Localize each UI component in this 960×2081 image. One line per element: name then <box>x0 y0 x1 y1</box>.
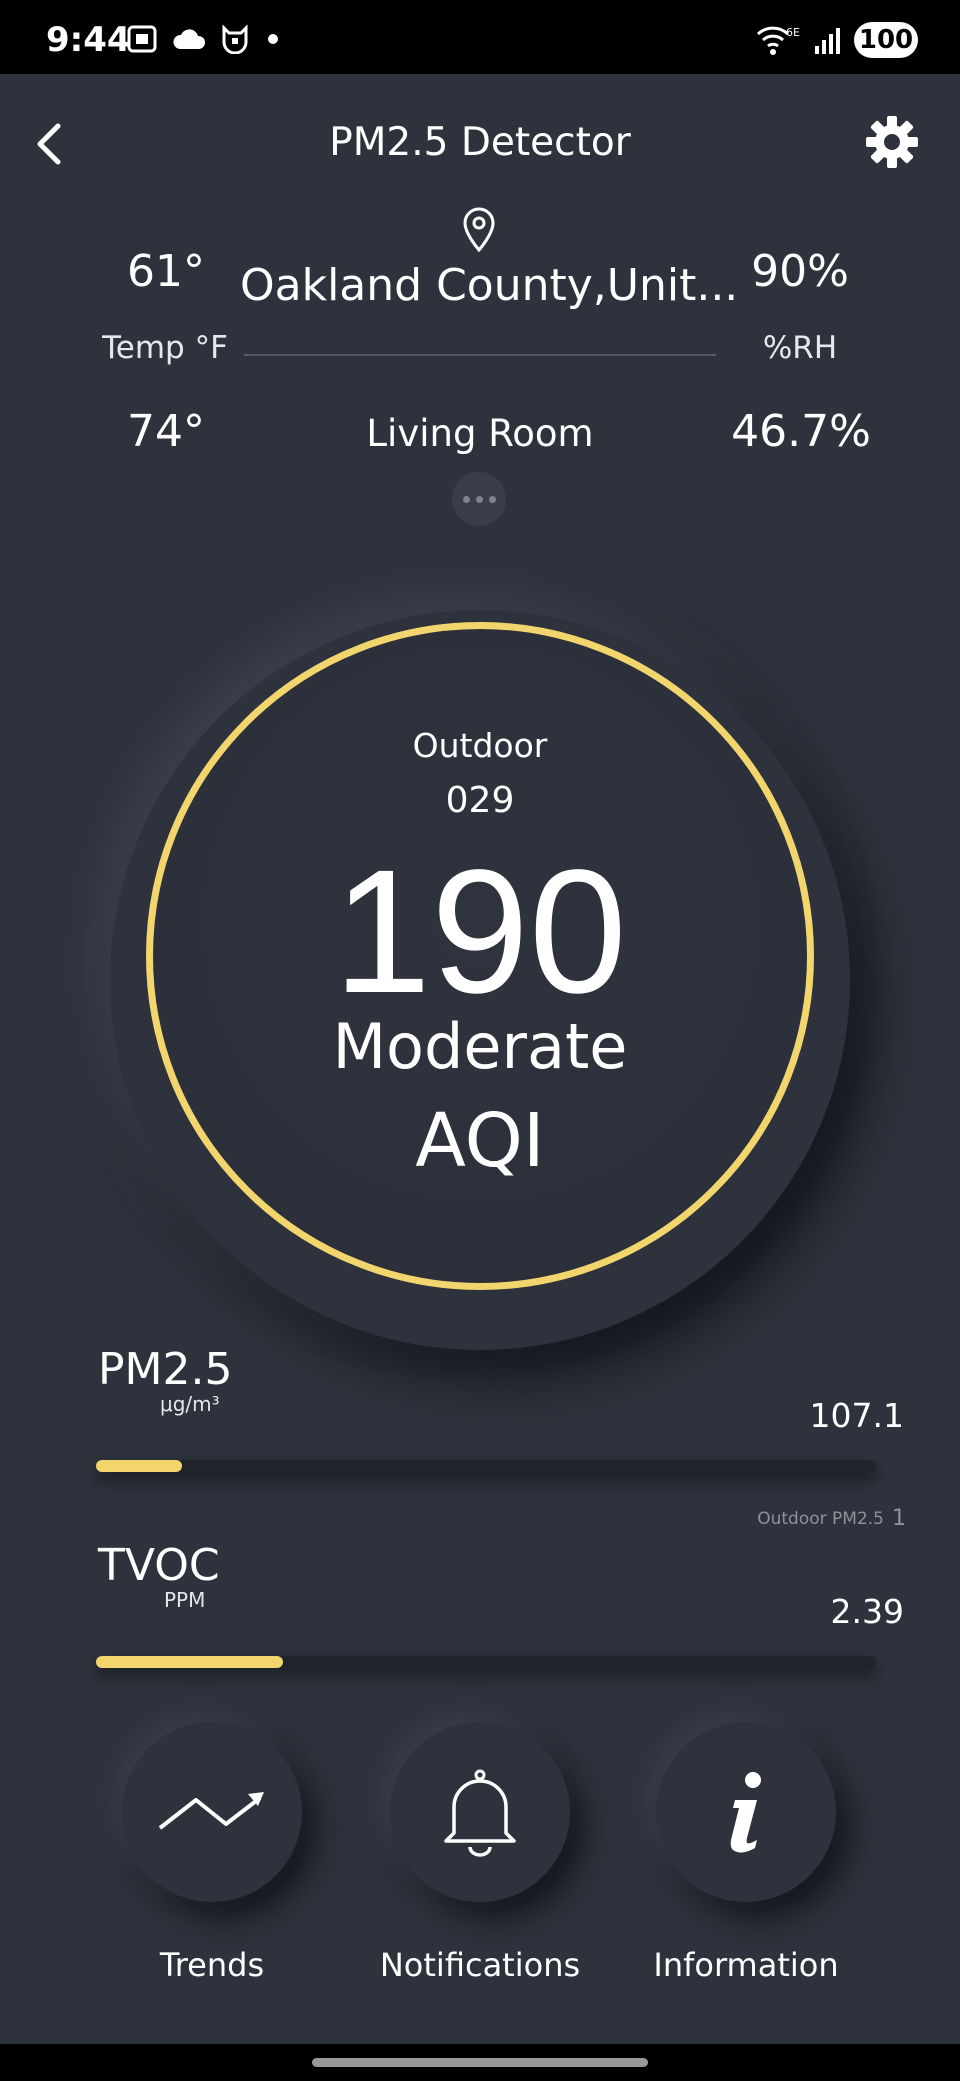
information-button[interactable] <box>656 1722 836 1902</box>
trends-button[interactable] <box>122 1722 302 1902</box>
humidity-label: %RH <box>762 330 838 366</box>
detector-screen: PM2.5 Detector 61° 90% Oakland County,Un… <box>0 74 960 2044</box>
info-icon <box>730 1772 761 1853</box>
status-notifications <box>126 24 278 54</box>
gauge-outdoor-value: 029 <box>445 780 515 821</box>
pm25-name: PM2.5 <box>98 1344 233 1395</box>
tvoc-unit: PPM <box>164 1588 206 1612</box>
header: PM2.5 Detector <box>0 74 960 214</box>
page-title: PM2.5 Detector <box>329 120 631 165</box>
location-pin-icon <box>463 207 495 253</box>
outdoor-temp: 61° <box>127 246 205 297</box>
signal-icon <box>815 28 840 54</box>
wifi-6e-icon: 6E <box>756 26 800 55</box>
location-name[interactable]: Oakland County,Unit... <box>240 260 738 311</box>
indoor-humidity: 46.7% <box>731 406 871 457</box>
pm25-bar-fill <box>96 1460 182 1472</box>
cloud-icon <box>173 29 206 49</box>
more-options-button[interactable] <box>452 472 506 526</box>
navigation-bar <box>0 2044 960 2081</box>
status-bar: 9:44 6E 100 <box>0 0 960 74</box>
screenshot-icon <box>127 25 157 53</box>
bell-icon <box>444 1769 516 1857</box>
pm25-bar <box>96 1460 876 1472</box>
temp-label: Temp °F <box>102 330 228 366</box>
location-divider <box>244 354 716 356</box>
pm25-value: 107.1 <box>809 1396 904 1435</box>
outdoor-humidity: 90% <box>751 246 849 297</box>
tvoc-bar-fill <box>96 1656 284 1668</box>
tvoc-value: 2.39 <box>830 1592 904 1631</box>
aqi-status: Moderate <box>332 1010 628 1083</box>
svg-text:6E: 6E <box>786 26 800 39</box>
aqi-value: 190 <box>333 834 627 1030</box>
outdoor-pm25-label: Outdoor PM2.5 <box>757 1509 884 1529</box>
trend-icon <box>158 1792 264 1830</box>
tvoc-name: TVOC <box>98 1540 220 1591</box>
battery-level: 100 <box>854 22 918 58</box>
gear-icon[interactable] <box>864 114 920 170</box>
trends-label: Trends <box>159 1946 265 1984</box>
notification-dot-icon <box>268 34 278 44</box>
aqi-unit: AQI <box>415 1098 545 1184</box>
pm25-unit: μg/m³ <box>160 1392 220 1416</box>
notifications-label: Notifications <box>379 1946 581 1984</box>
gauge-outdoor-label: Outdoor <box>412 726 548 765</box>
room-name: Living Room <box>366 412 594 455</box>
home-indicator[interactable] <box>312 2058 648 2067</box>
status-time: 9:44 <box>46 20 131 60</box>
tvoc-bar <box>96 1656 876 1668</box>
notifications-button[interactable] <box>390 1722 570 1902</box>
status-system: 6E 100 <box>756 22 918 58</box>
indoor-temp: 74° <box>127 406 205 457</box>
mi-home-icon <box>222 24 248 54</box>
outdoor-pm25-marker: 1 <box>892 1506 906 1531</box>
information-label: Information <box>653 1946 839 1984</box>
